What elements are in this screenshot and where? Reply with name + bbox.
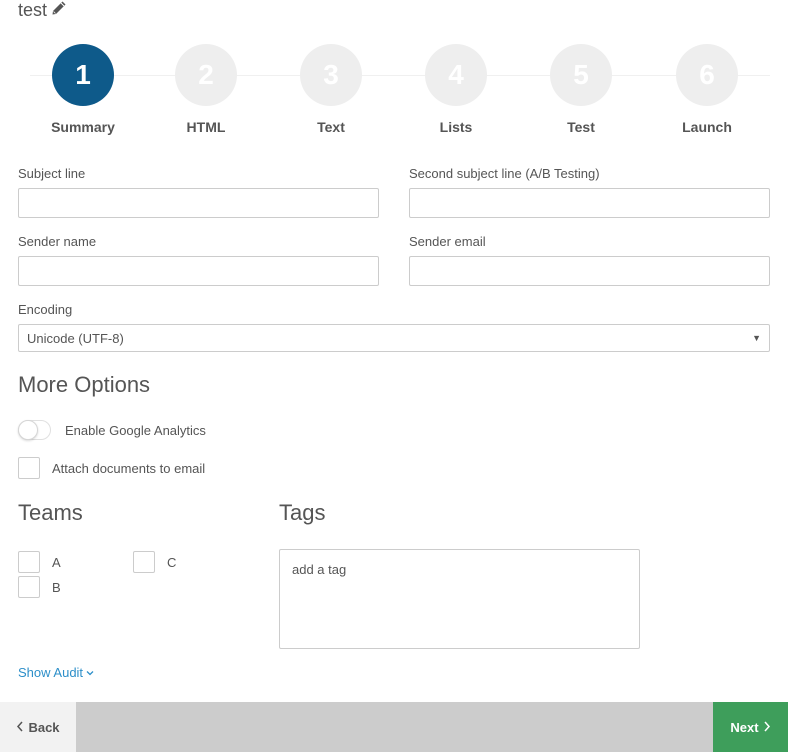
team-c-row: C	[133, 551, 176, 573]
back-button[interactable]: Back	[0, 702, 76, 752]
caret-down-icon: ▼	[752, 333, 761, 343]
second-subject-label: Second subject line (A/B Testing)	[409, 166, 600, 181]
next-label: Next	[730, 719, 759, 735]
subject-line-input[interactable]	[18, 188, 379, 218]
second-subject-input[interactable]	[409, 188, 770, 218]
google-analytics-row: Enable Google Analytics	[18, 420, 206, 440]
campaign-title-text: test	[18, 0, 48, 20]
attach-documents-row: Attach documents to email	[18, 457, 205, 479]
team-c-label: C	[167, 554, 177, 570]
step-label: Summary	[51, 119, 115, 135]
show-audit-label: Show Audit	[18, 665, 84, 680]
team-b-label: B	[52, 579, 61, 595]
google-analytics-toggle[interactable]	[18, 420, 51, 440]
team-b-row: B	[18, 576, 61, 598]
encoding-select[interactable]: Unicode (UTF-8) ▼	[18, 324, 770, 352]
attach-documents-label: Attach documents to email	[52, 460, 206, 476]
wizard-stepper: 1 Summary 2 HTML 3 Text 4 Lists 5 Test 6…	[18, 44, 770, 144]
team-a-row: A	[18, 551, 61, 573]
step-lists[interactable]: 4 Lists	[406, 44, 506, 135]
sender-email-input[interactable]	[409, 256, 770, 286]
step-label: Test	[567, 119, 595, 135]
subject-line-label: Subject line	[18, 166, 86, 181]
sender-name-label: Sender name	[18, 234, 97, 249]
step-number: 3	[300, 44, 362, 106]
chevron-down-icon	[86, 665, 94, 680]
step-label: Launch	[682, 119, 732, 135]
toggle-knob	[18, 420, 38, 440]
step-number: 5	[550, 44, 612, 106]
team-b-checkbox[interactable]	[18, 576, 40, 598]
next-button[interactable]: Next	[713, 702, 788, 752]
encoding-selected-value: Unicode (UTF-8)	[27, 330, 124, 346]
attach-documents-checkbox[interactable]	[18, 457, 40, 479]
step-number: 1	[52, 44, 114, 106]
step-number: 6	[676, 44, 738, 106]
team-c-checkbox[interactable]	[133, 551, 155, 573]
back-label: Back	[28, 719, 60, 735]
step-label: Lists	[439, 119, 473, 135]
chevron-left-icon	[16, 720, 24, 735]
encoding-label: Encoding	[18, 302, 73, 317]
team-a-checkbox[interactable]	[18, 551, 40, 573]
tags-input[interactable]: add a tag	[279, 549, 640, 649]
more-options-heading: More Options	[18, 372, 151, 397]
wizard-footer: Back Next	[0, 702, 788, 752]
step-launch[interactable]: 6 Launch	[657, 44, 757, 135]
step-html[interactable]: 2 HTML	[156, 44, 256, 135]
step-label: HTML	[186, 119, 226, 135]
step-number: 2	[175, 44, 237, 106]
sender-email-label: Sender email	[409, 234, 486, 249]
tags-placeholder: add a tag	[292, 562, 347, 577]
step-number: 4	[425, 44, 487, 106]
google-analytics-label: Enable Google Analytics	[65, 422, 206, 438]
step-test[interactable]: 5 Test	[531, 44, 631, 135]
step-summary[interactable]: 1 Summary	[33, 44, 133, 135]
campaign-title: test	[18, 0, 67, 21]
chevron-right-icon	[763, 720, 771, 735]
team-a-label: A	[52, 554, 61, 570]
tags-heading: Tags	[279, 500, 326, 525]
teams-heading: Teams	[18, 500, 83, 525]
step-label: Text	[317, 119, 345, 135]
pencil-icon[interactable]	[51, 0, 67, 21]
show-audit-link[interactable]: Show Audit	[18, 665, 94, 680]
step-text[interactable]: 3 Text	[281, 44, 381, 135]
sender-name-input[interactable]	[18, 256, 379, 286]
